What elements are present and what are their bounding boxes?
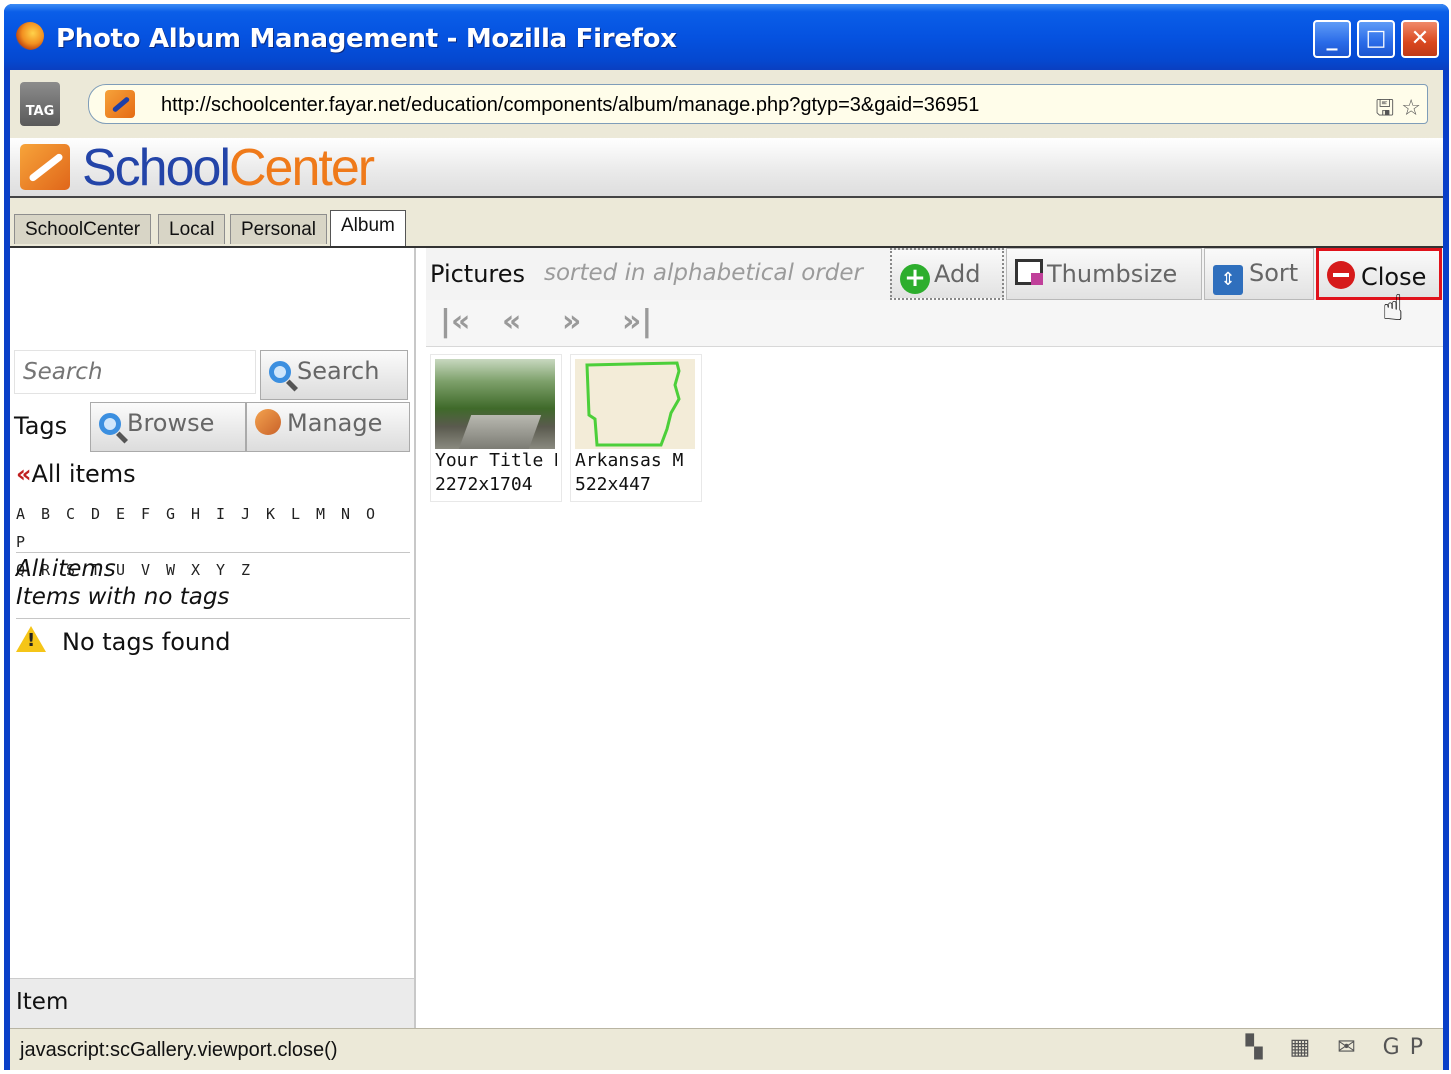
- letter-link[interactable]: B: [41, 500, 66, 528]
- add-plus-icon: +: [900, 264, 930, 294]
- picture-size: 522x447: [575, 474, 651, 495]
- status-text: javascript:scGallery.viewport.close(): [20, 1039, 338, 1061]
- letter-link[interactable]: V: [141, 556, 166, 584]
- pictures-label: Pictures: [430, 260, 526, 288]
- letter-row-1: A B C D E F G H I J K L M N OP: [16, 500, 412, 556]
- status-bar: javascript:scGallery.viewport.close() ▚ …: [10, 1028, 1443, 1070]
- picture-thumbnail[interactable]: Arkansas M 522x447: [570, 354, 702, 502]
- brand-name: SchoolCenter: [82, 139, 375, 197]
- first-page-icon[interactable]: |«: [440, 304, 470, 339]
- close-button[interactable]: Close: [1316, 248, 1442, 300]
- brand-header: SchoolCenter: [10, 138, 1443, 198]
- letter-link[interactable]: D: [91, 500, 116, 528]
- letter-link[interactable]: O: [366, 500, 391, 528]
- double-arrow-left-icon: «: [16, 460, 32, 488]
- address-bar[interactable]: http://schoolcenter.fayar.net/education/…: [88, 84, 1428, 124]
- close-icon: [1327, 261, 1355, 289]
- manage-people-icon: [255, 409, 281, 435]
- browse-button[interactable]: Browse: [90, 402, 246, 452]
- letter-link[interactable]: K: [266, 500, 291, 528]
- letter-link[interactable]: X: [191, 556, 216, 584]
- last-page-icon[interactable]: »|: [622, 304, 652, 339]
- add-button[interactable]: + Add: [890, 248, 1004, 300]
- previous-page-icon[interactable]: «: [502, 304, 521, 339]
- tab-local[interactable]: Local: [158, 214, 226, 244]
- no-tags-message: No tags found: [62, 628, 231, 656]
- sort-icon: ⇕: [1213, 265, 1243, 295]
- browser-window: Photo Album Management - Mozilla Firefox…: [4, 4, 1449, 1070]
- left-panel: Search Tags Browse Manage «All items ABC…: [10, 248, 416, 1030]
- window-title: Photo Album Management - Mozilla Firefox: [56, 24, 677, 54]
- pictures-toolbar: Pictures sorted in alphabetical order + A…: [426, 248, 1443, 301]
- thumbsize-icon: [1015, 259, 1043, 285]
- search-icon: [269, 361, 291, 383]
- hand-cursor-icon: ☝: [1382, 288, 1404, 329]
- browse-search-icon: [99, 413, 121, 435]
- status-icons[interactable]: ▚ ▦ ✉ GP: [1246, 1035, 1433, 1060]
- thumbsize-button[interactable]: Thumbsize: [1006, 248, 1202, 300]
- main-content: Search Tags Browse Manage «All items ABC…: [10, 246, 1443, 1030]
- title-bar[interactable]: Photo Album Management - Mozilla Firefox…: [4, 4, 1449, 70]
- filter-no-tags[interactable]: Items with no tags: [16, 584, 229, 610]
- pictures-panel: Pictures sorted in alphabetical order + A…: [426, 248, 1443, 1030]
- search-button[interactable]: Search: [260, 350, 408, 400]
- letter-link[interactable]: A: [16, 500, 41, 528]
- minimize-button[interactable]: _: [1313, 20, 1351, 58]
- picture-title: Your Title H: [435, 450, 557, 471]
- tab-album[interactable]: Album: [330, 210, 406, 246]
- schoolcenter-logo-icon: [20, 144, 70, 190]
- tab-personal[interactable]: Personal: [230, 214, 327, 244]
- site-favicon-icon: [105, 90, 135, 118]
- client-area: TAG http://schoolcenter.fayar.net/educat…: [10, 70, 1443, 1070]
- url-text[interactable]: http://schoolcenter.fayar.net/education/…: [161, 94, 979, 117]
- letter-link[interactable]: G: [166, 500, 191, 528]
- bookmark-star-icon[interactable]: 🖫 ☆: [1376, 91, 1421, 129]
- letter-link[interactable]: W: [166, 556, 191, 584]
- sort-note: sorted in alphabetical order: [544, 260, 863, 286]
- letter-link[interactable]: N: [341, 500, 366, 528]
- letter-link[interactable]: E: [116, 500, 141, 528]
- map-image: [575, 359, 695, 449]
- letter-link[interactable]: L: [291, 500, 316, 528]
- letter-link[interactable]: Y: [216, 556, 241, 584]
- all-items-link[interactable]: «All items: [16, 460, 136, 488]
- letter-link[interactable]: I: [216, 500, 241, 528]
- close-window-button[interactable]: ✕: [1401, 20, 1439, 58]
- warning-icon: [16, 626, 46, 652]
- letter-link[interactable]: U: [116, 556, 141, 584]
- photo-image: [435, 359, 555, 449]
- letter-link[interactable]: J: [241, 500, 266, 528]
- pager: |« « » »|: [426, 300, 1443, 347]
- letter-link[interactable]: C: [66, 500, 91, 528]
- picture-thumbnail[interactable]: Your Title H 2272x1704: [430, 354, 562, 502]
- item-footer: Item: [10, 978, 414, 1030]
- picture-size: 2272x1704: [435, 474, 533, 495]
- letter-link[interactable]: M: [316, 500, 341, 528]
- tag-icon[interactable]: TAG: [20, 82, 60, 126]
- picture-title: Arkansas M: [575, 450, 684, 471]
- url-toolbar: TAG http://schoolcenter.fayar.net/educat…: [10, 70, 1443, 139]
- letter-link[interactable]: F: [141, 500, 166, 528]
- divider: [16, 618, 410, 619]
- tags-label: Tags: [14, 412, 68, 440]
- next-page-icon[interactable]: »: [562, 304, 581, 339]
- firefox-logo-icon: [16, 22, 44, 50]
- filter-all-items[interactable]: All items: [16, 556, 116, 582]
- manage-button[interactable]: Manage: [246, 402, 410, 452]
- maximize-button[interactable]: □: [1357, 20, 1395, 58]
- letter-link[interactable]: Z: [241, 556, 266, 584]
- tab-schoolcenter[interactable]: SchoolCenter: [14, 214, 152, 244]
- search-input[interactable]: [14, 350, 256, 394]
- divider: [16, 552, 410, 553]
- letter-link[interactable]: H: [191, 500, 216, 528]
- sort-button[interactable]: ⇕ Sort: [1204, 248, 1314, 300]
